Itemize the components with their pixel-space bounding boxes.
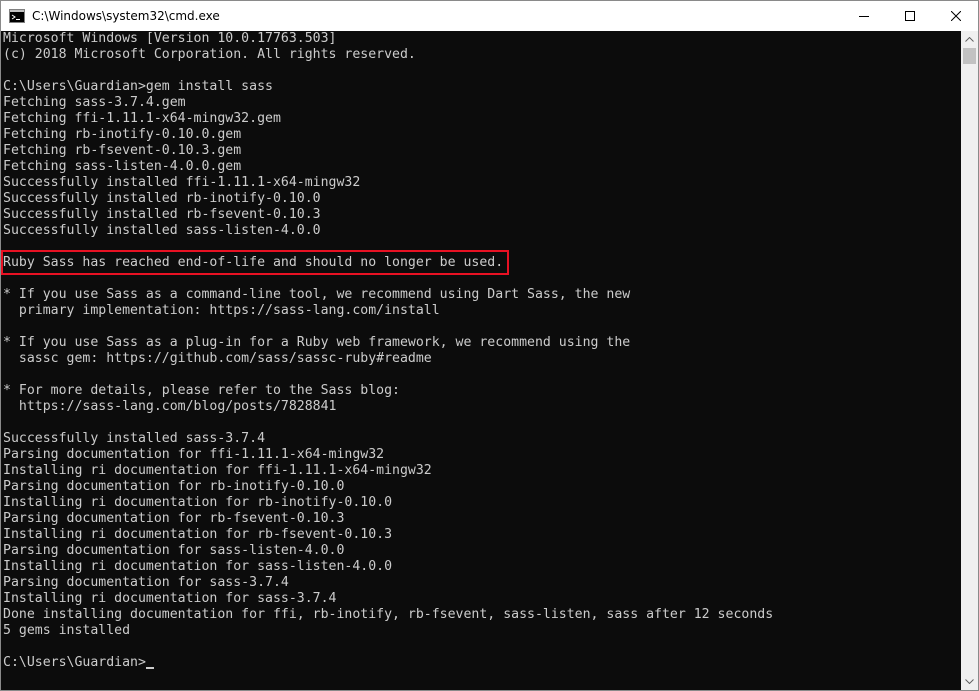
console-line: sassc gem: https://github.com/sass/sassc… [3, 351, 432, 366]
console-line: Installing ri documentation for sass-lis… [3, 559, 393, 574]
console-line: Parsing documentation for ffi-1.11.1-x64… [3, 447, 385, 462]
console-line: Successfully installed rb-fsevent-0.10.3 [3, 207, 321, 222]
console-line: Fetching ffi-1.11.1-x64-mingw32.gem [3, 111, 281, 126]
console-line: Installing ri documentation for rb-inoti… [3, 495, 393, 510]
minimize-button[interactable] [841, 1, 887, 31]
console-line: * For more details, please refer to the … [3, 383, 400, 398]
console-line: Fetching rb-fsevent-0.10.3.gem [3, 143, 242, 158]
console-line: Installing ri documentation for rb-fseve… [3, 527, 393, 542]
scroll-thumb[interactable] [963, 48, 976, 64]
close-icon [951, 11, 961, 21]
console-line: C:\Users\Guardian>gem install sass [3, 79, 273, 94]
vertical-scrollbar[interactable] [961, 31, 978, 690]
scroll-down-button[interactable] [961, 673, 978, 690]
scroll-up-button[interactable] [961, 31, 978, 48]
console-line: C:\Users\Guardian> [3, 655, 773, 671]
console-line: 5 gems installed [3, 623, 131, 638]
console-line: (c) 2018 Microsoft Corporation. All righ… [3, 47, 416, 62]
cmd-window: C:\Windows\system32\cmd.exe Microsoft Wi… [0, 0, 979, 691]
console-line: * If you use Sass as a command-line tool… [3, 287, 631, 302]
maximize-icon [905, 11, 915, 21]
console-lines: Microsoft Windows [Version 10.0.17763.50… [3, 31, 773, 671]
console-line: Successfully installed ffi-1.11.1-x64-mi… [3, 175, 361, 190]
console-line: Done installing documentation for ffi, r… [3, 607, 774, 622]
console-line: Installing ri documentation for sass-3.7… [3, 591, 337, 606]
maximize-button[interactable] [887, 1, 933, 31]
console-line: Microsoft Windows [Version 10.0.17763.50… [3, 31, 337, 46]
console-line: Successfully installed sass-3.7.4 [3, 431, 266, 446]
console-line: Parsing documentation for sass-3.7.4 [3, 575, 289, 590]
minimize-icon [859, 16, 869, 17]
text-cursor [145, 667, 154, 669]
chevron-up-icon [965, 37, 974, 42]
console-line: Parsing documentation for rb-fsevent-0.1… [3, 511, 345, 526]
chevron-down-icon [965, 679, 974, 684]
console-line: https://sass-lang.com/blog/posts/7828841 [3, 399, 337, 414]
close-button[interactable] [933, 1, 978, 31]
console-line: Successfully installed rb-inotify-0.10.0 [3, 191, 321, 206]
title-bar[interactable]: C:\Windows\system32\cmd.exe [1, 1, 978, 31]
console-line: Installing ri documentation for ffi-1.11… [3, 463, 432, 478]
console-line: Successfully installed sass-listen-4.0.0 [3, 223, 321, 238]
console-line: Fetching sass-3.7.4.gem [3, 95, 186, 110]
console-output[interactable]: Microsoft Windows [Version 10.0.17763.50… [1, 31, 961, 690]
end-of-life-highlight [1, 250, 509, 275]
console-line: primary implementation: https://sass-lan… [3, 303, 440, 318]
console-line: Parsing documentation for rb-inotify-0.1… [3, 479, 345, 494]
cmd-icon[interactable] [9, 9, 25, 23]
window-title: C:\Windows\system32\cmd.exe [32, 9, 220, 23]
console-line: Fetching rb-inotify-0.10.0.gem [3, 127, 242, 142]
console-line: Parsing documentation for sass-listen-4.… [3, 543, 345, 558]
console-line: Fetching sass-listen-4.0.0.gem [3, 159, 242, 174]
console-line: * If you use Sass as a plug-in for a Rub… [3, 335, 631, 350]
